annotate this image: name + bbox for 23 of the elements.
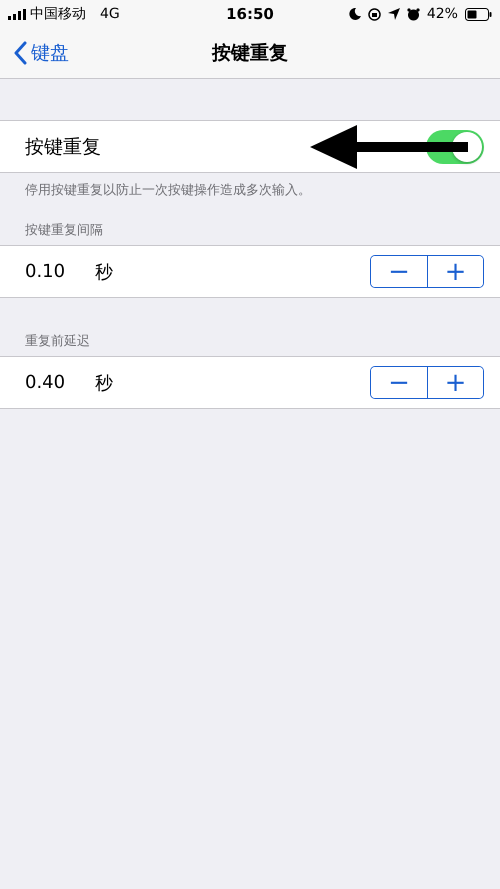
footer-note: 停用按键重复以防止一次按键操作造成多次输入。 xyxy=(25,183,311,198)
battery-percent: 42% xyxy=(426,6,458,22)
carrier: 中国移动 xyxy=(30,5,86,23)
battery-icon xyxy=(464,8,492,20)
increment-button[interactable]: + xyxy=(427,256,483,287)
section-header: 重复前延迟 xyxy=(25,334,90,349)
clock: 16:50 xyxy=(226,5,274,23)
value-text: 0.40 xyxy=(25,372,66,393)
alarm-icon xyxy=(406,8,420,20)
page-title: 按键重复 xyxy=(212,41,288,66)
moon-icon xyxy=(348,8,361,20)
signal-icon xyxy=(8,8,26,20)
rotation-lock-icon xyxy=(368,8,381,20)
value-text: 0.10 xyxy=(25,261,66,282)
setting-label: 按键重复 xyxy=(25,134,102,160)
unit-text: 秒 xyxy=(95,372,113,394)
chevron-left-icon xyxy=(14,41,27,65)
location-icon xyxy=(388,8,400,20)
section-header: 按键重复间隔 xyxy=(25,223,103,238)
unit-text: 秒 xyxy=(95,262,113,282)
back-button[interactable]: 键盘 xyxy=(14,40,69,66)
network-type: 4G xyxy=(100,6,120,22)
increment-button[interactable]: + xyxy=(427,367,483,398)
